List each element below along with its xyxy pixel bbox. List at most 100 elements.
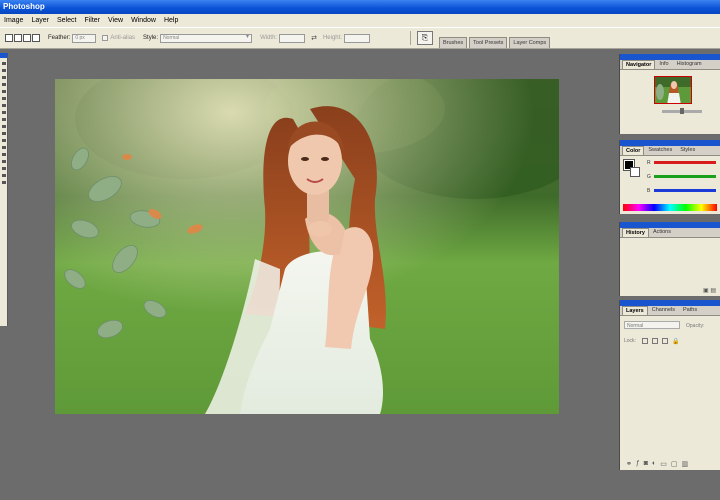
tab-styles[interactable]: Styles	[676, 145, 699, 155]
style-label: Style:	[143, 35, 159, 41]
document-canvas[interactable]	[55, 79, 559, 414]
well-tab-layer-comps[interactable]: Layer Comps	[509, 37, 551, 48]
width-label: Width:	[260, 35, 278, 41]
menu-help[interactable]: Help	[160, 17, 182, 24]
new-layer-icon[interactable]: ▢	[671, 460, 678, 468]
lock-all-icon[interactable]: 🔒	[672, 338, 679, 345]
options-divider	[409, 31, 411, 45]
tab-history[interactable]: History	[622, 228, 649, 237]
new-group-icon[interactable]: ▭	[660, 460, 667, 468]
channel-slider-g[interactable]	[654, 175, 716, 178]
antialias-checkbox[interactable]	[102, 35, 109, 41]
subtract-selection-icon[interactable]	[23, 34, 31, 42]
channel-label-r: R	[647, 160, 651, 166]
layers-footer: ⚭ ƒ ◙ ◐ ▭ ▢ ▥	[626, 460, 688, 468]
layer-mask-icon[interactable]: ◙	[644, 460, 648, 468]
tab-actions[interactable]: Actions	[649, 227, 675, 237]
tab-layers[interactable]: Layers	[622, 306, 648, 315]
well-tab-tool-presets[interactable]: Tool Presets	[469, 37, 508, 48]
width-input[interactable]	[279, 33, 306, 43]
bride-photo	[55, 79, 559, 414]
color-tabs: Color Swatches Styles	[620, 146, 720, 156]
history-panel: History Actions ▣ ▤	[619, 222, 720, 296]
menu-view[interactable]: View	[104, 17, 127, 24]
tool-icon[interactable]	[2, 97, 6, 100]
tool-icon[interactable]	[2, 146, 6, 149]
thumbnail-image	[655, 77, 691, 103]
tool-icon[interactable]	[2, 139, 6, 142]
menu-layer[interactable]: Layer	[27, 17, 53, 24]
menu-select[interactable]: Select	[53, 17, 80, 24]
tool-icon[interactable]	[2, 160, 6, 163]
trash-icon[interactable]: ▣ ▤	[703, 287, 716, 294]
title-bar: Photoshop	[0, 0, 720, 14]
menu-image[interactable]: Image	[0, 17, 27, 24]
color-spectrum-ramp[interactable]	[623, 204, 717, 211]
tab-histogram[interactable]: Histogram	[673, 59, 706, 69]
menu-filter[interactable]: Filter	[80, 17, 104, 24]
intersect-selection-icon[interactable]	[32, 34, 40, 42]
tool-icon[interactable]	[2, 125, 6, 128]
navigator-thumbnail[interactable]	[654, 76, 692, 104]
selection-mode-group	[5, 34, 40, 42]
height-label: Height:	[322, 35, 342, 41]
link-layers-icon[interactable]: ⚭	[626, 460, 632, 468]
menu-window[interactable]: Window	[127, 17, 160, 24]
tool-icon[interactable]	[2, 153, 6, 156]
lock-transparency-icon[interactable]	[642, 338, 648, 344]
tab-color[interactable]: Color	[622, 146, 645, 155]
layer-style-icon[interactable]: ƒ	[636, 460, 640, 468]
lock-position-icon[interactable]	[662, 338, 668, 344]
file-browser-icon[interactable]: ⎘	[416, 31, 433, 45]
height-input[interactable]	[343, 33, 370, 43]
tab-navigator[interactable]: Navigator	[622, 60, 656, 69]
antialias-label: Anti-alias	[110, 35, 136, 41]
swap-dimensions-icon[interactable]: ⇄	[311, 34, 317, 42]
channel-label-g: G	[647, 174, 651, 180]
tool-icon[interactable]	[2, 83, 6, 86]
tool-icon[interactable]	[2, 118, 6, 121]
channel-label-b: B	[647, 188, 651, 194]
tool-icon[interactable]	[2, 76, 6, 79]
opacity-label: Opacity:	[686, 323, 705, 329]
zoom-slider-handle[interactable]	[680, 108, 684, 114]
channel-slider-r[interactable]	[654, 161, 716, 164]
adjustment-layer-icon[interactable]: ◐	[652, 460, 656, 468]
tool-icon[interactable]	[2, 174, 6, 177]
channel-slider-b[interactable]	[654, 189, 716, 192]
tool-icon[interactable]	[2, 167, 6, 170]
toolbox	[0, 53, 8, 326]
background-color-swatch[interactable]	[630, 167, 640, 177]
menu-bar: Image Layer Select Filter View Window He…	[0, 14, 720, 27]
options-bar: Feather: 0 px Anti-alias Style: Normal W…	[0, 27, 720, 49]
tool-icon[interactable]	[2, 132, 6, 135]
tab-channels[interactable]: Channels	[648, 305, 679, 315]
new-selection-icon[interactable]	[5, 34, 13, 42]
layers-tabs: Layers Channels Paths	[620, 306, 720, 316]
blend-mode-value: Normal	[627, 323, 644, 329]
history-tabs: History Actions	[620, 228, 720, 238]
tab-paths[interactable]: Paths	[679, 305, 701, 315]
tool-icon[interactable]	[2, 111, 6, 114]
navigator-tabs: Navigator Info Histogram	[620, 60, 720, 70]
tool-icon[interactable]	[2, 90, 6, 93]
navigator-panel: Navigator Info Histogram	[619, 54, 720, 134]
tool-icon[interactable]	[2, 181, 6, 184]
tool-icon[interactable]	[2, 62, 6, 65]
window-title: Photoshop	[3, 2, 45, 11]
style-select[interactable]: Normal	[160, 33, 253, 43]
tab-swatches[interactable]: Swatches	[644, 145, 676, 155]
tool-icon[interactable]	[2, 104, 6, 107]
tab-info[interactable]: Info	[655, 59, 672, 69]
lock-label: Lock:	[624, 338, 636, 344]
layers-panel: Layers Channels Paths Normal Opacity: Lo…	[619, 300, 720, 470]
add-selection-icon[interactable]	[14, 34, 22, 42]
lock-pixels-icon[interactable]	[652, 338, 658, 344]
tool-icon[interactable]	[2, 69, 6, 72]
delete-layer-icon[interactable]: ▥	[682, 460, 689, 468]
feather-input[interactable]: 0 px	[72, 33, 97, 43]
color-panel: Color Swatches Styles R G B	[619, 140, 720, 214]
feather-label: Feather:	[48, 35, 71, 41]
blend-mode-select[interactable]: Normal	[624, 321, 680, 329]
well-tab-brushes[interactable]: Brushes	[438, 37, 468, 48]
